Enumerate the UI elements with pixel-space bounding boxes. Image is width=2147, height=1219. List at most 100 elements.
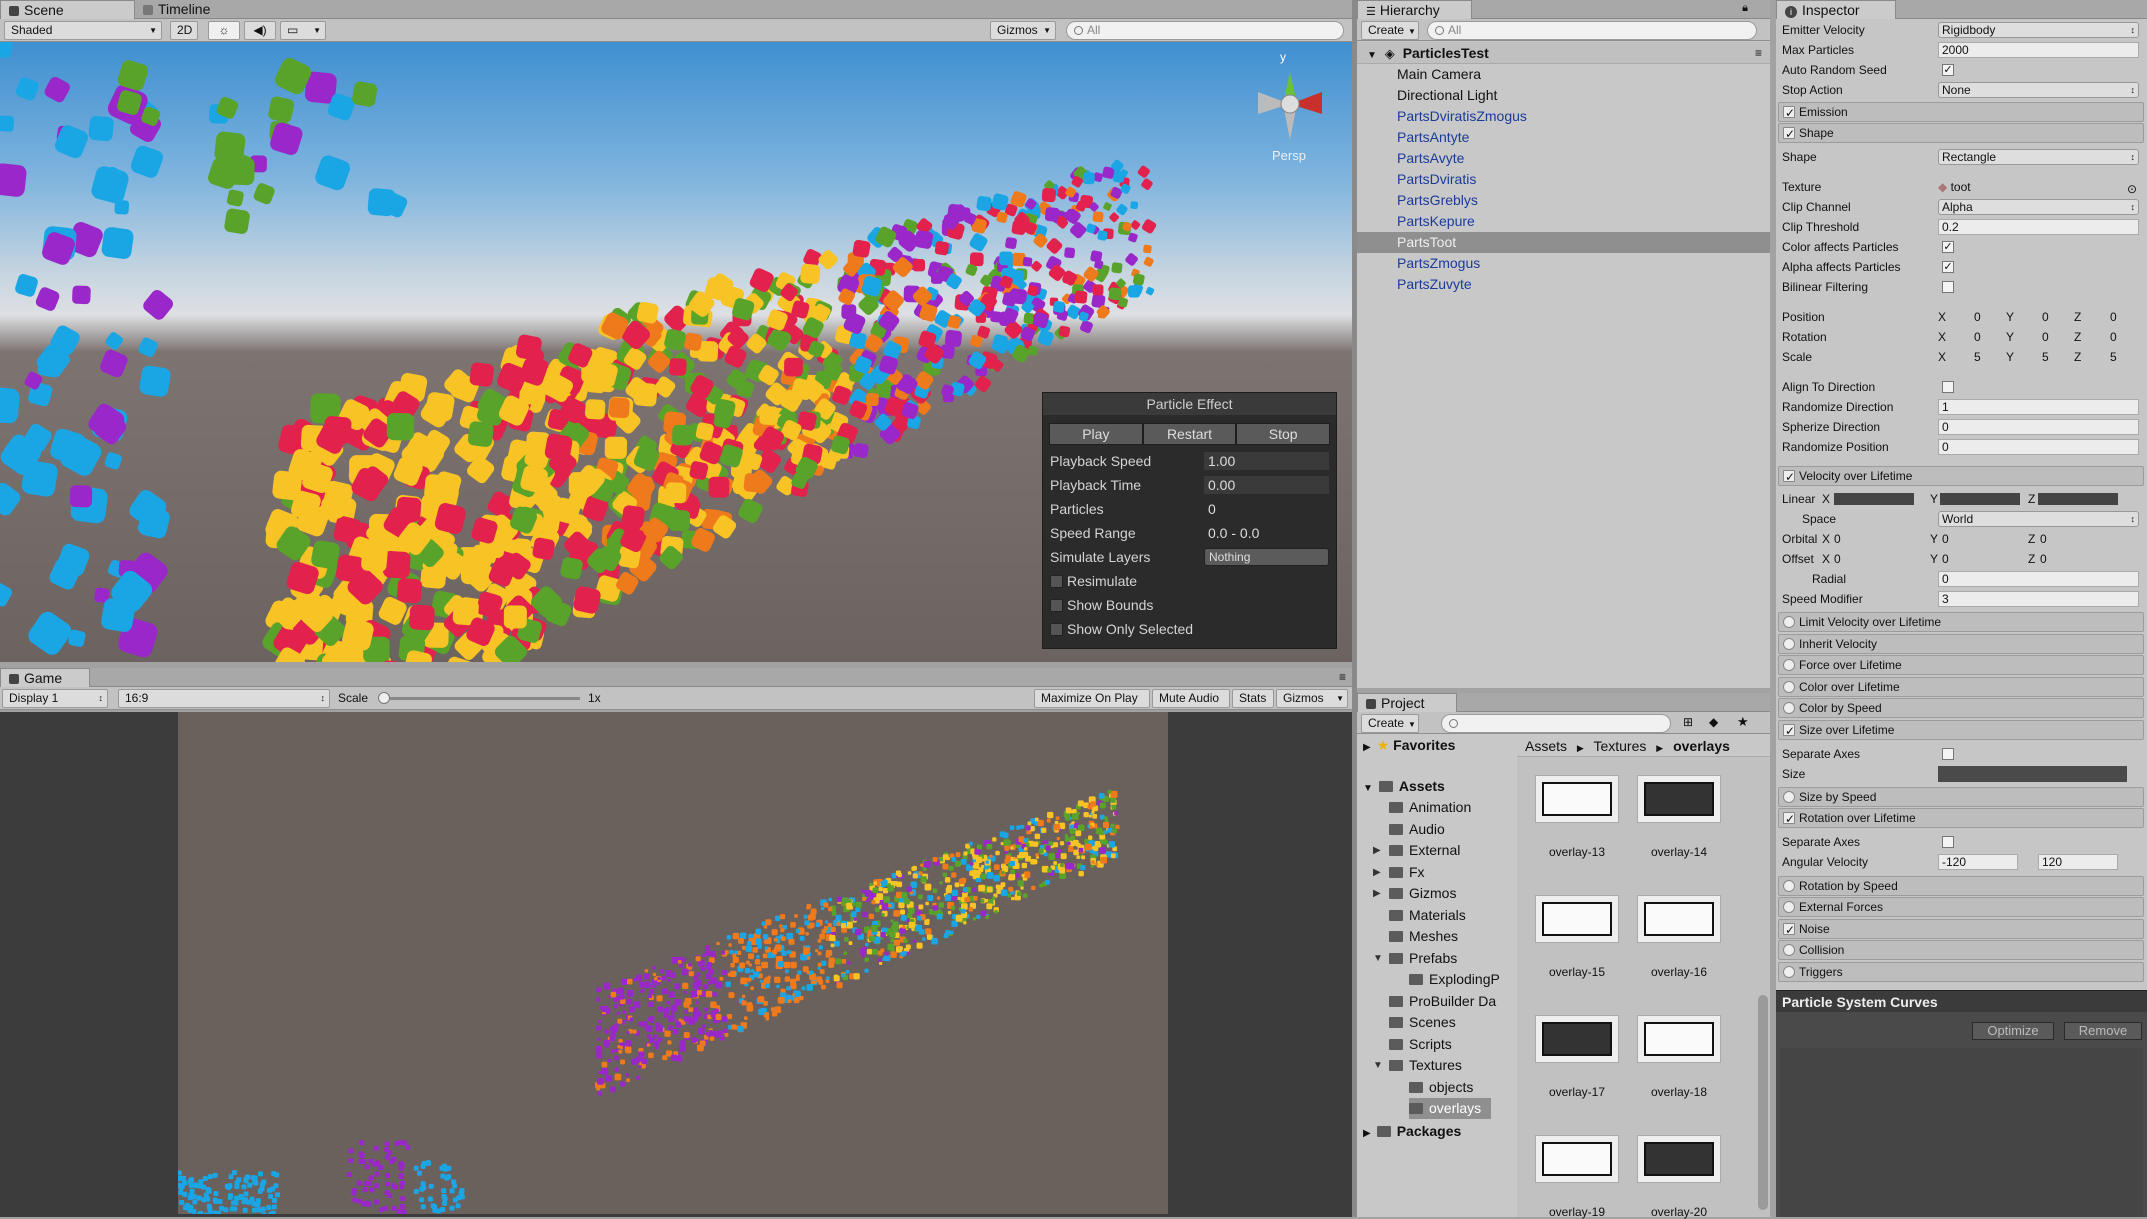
overlay-thumbnail[interactable] [1535, 1015, 1619, 1063]
orientation-gizmo[interactable]: y Persp [1238, 50, 1348, 163]
linear-y-curve[interactable] [1940, 493, 2020, 505]
auto-random-seed-checkbox[interactable]: ✓ [1942, 64, 1954, 76]
module-checkbox[interactable] [1783, 125, 1795, 144]
expand-arrow-icon[interactable]: ▼ [1373, 1055, 1383, 1076]
module-checkbox[interactable] [1783, 616, 1795, 628]
module-color-by-speed[interactable]: Color by Speed [1778, 698, 2144, 718]
tab-inspector[interactable]: i Inspector [1776, 0, 1896, 19]
hierarchy-item-main-camera[interactable]: Main Camera [1357, 64, 1770, 85]
module-checkbox[interactable] [1783, 944, 1795, 956]
orbital-x-field[interactable]: 0 [1834, 531, 1841, 547]
clip-channel-dropdown[interactable]: Alpha [1938, 199, 2139, 215]
tab-project[interactable]: Project [1357, 693, 1457, 712]
shape-dropdown[interactable]: Rectangle [1938, 149, 2139, 165]
module-rotation-by-speed[interactable]: Rotation by Speed [1778, 876, 2144, 896]
offset-y-field[interactable]: 0 [1942, 551, 1949, 567]
hierarchy-item[interactable]: PartsZuvyte [1357, 274, 1770, 295]
show-only-selected-checkbox[interactable] [1050, 623, 1063, 636]
optimize-button[interactable]: Optimize [1972, 1022, 2054, 1040]
show-bounds-checkbox[interactable] [1050, 599, 1063, 612]
show-only-selected-toggle[interactable]: Show Only Selected [1050, 619, 1329, 639]
project-scrollbar[interactable] [1758, 995, 1768, 1210]
mute-audio-toggle[interactable]: Mute Audio [1152, 689, 1230, 708]
align-direction-checkbox[interactable] [1942, 381, 1954, 393]
rotation-separate-axes-checkbox[interactable] [1942, 836, 1954, 848]
max-particles-field[interactable]: 2000 [1938, 42, 2139, 58]
position-z-field[interactable]: 0 [2110, 309, 2117, 325]
scene-gizmos-dropdown[interactable]: Gizmos ▼ [990, 21, 1056, 40]
spherize-direction-field[interactable]: 0 [1938, 419, 2139, 435]
module-limit-velocity[interactable]: Limit Velocity over Lifetime [1778, 612, 2144, 632]
texture-field[interactable]: ◆ toot [1938, 179, 1971, 195]
module-size-over-lifetime[interactable]: Size over Lifetime [1778, 720, 2144, 741]
rotation-x-field[interactable]: 0 [1974, 329, 1981, 345]
module-size-by-speed[interactable]: Size by Speed [1778, 787, 2144, 807]
remove-button[interactable]: Remove [2064, 1022, 2142, 1040]
favorite-star-icon[interactable]: ★ [1737, 714, 1749, 730]
hierarchy-create-button[interactable]: Create ▼ [1361, 21, 1419, 40]
emitter-velocity-dropdown[interactable]: Rigidbody [1938, 22, 2139, 38]
overlay-thumbnail[interactable] [1637, 1015, 1721, 1063]
space-dropdown[interactable]: World [1938, 511, 2139, 527]
radial-field[interactable]: 0 [1938, 571, 2139, 587]
stop-button[interactable]: Stop [1236, 423, 1331, 445]
project-folder[interactable]: Scenes [1389, 1012, 1456, 1033]
project-folder[interactable]: objects [1409, 1077, 1473, 1098]
lighting-toggle[interactable]: ☼ [208, 21, 240, 40]
maximize-on-play-toggle[interactable]: Maximize On Play [1034, 689, 1150, 708]
panel-menu-icon[interactable]: ≡ [1339, 670, 1346, 684]
hierarchy-item[interactable]: PartsKepure [1357, 211, 1770, 232]
2d-toggle[interactable]: 2D [170, 21, 198, 40]
playback-speed-field[interactable]: 1.00 [1204, 452, 1329, 470]
breadcrumb-overlays[interactable]: overlays [1673, 738, 1730, 754]
filter-label-icon[interactable]: ◆ [1709, 715, 1718, 729]
lock-icon[interactable]: 🔒︎ [1742, 2, 1748, 15]
module-collision[interactable]: Collision [1778, 940, 2144, 960]
module-checkbox[interactable] [1783, 901, 1795, 913]
module-force[interactable]: Force over Lifetime [1778, 655, 2144, 675]
project-folder[interactable]: ▼ Textures [1373, 1055, 1462, 1076]
module-emission[interactable]: Emission [1778, 102, 2144, 123]
module-checkbox[interactable] [1783, 810, 1795, 829]
project-folder[interactable]: ▼ Prefabs [1373, 948, 1457, 969]
module-checkbox[interactable] [1783, 722, 1795, 741]
filter-type-icon[interactable]: ⊞ [1683, 715, 1693, 729]
breadcrumb-assets[interactable]: Assets [1525, 738, 1567, 754]
module-checkbox[interactable] [1783, 702, 1795, 714]
hierarchy-item-selected[interactable]: PartsToot [1357, 232, 1770, 253]
overlay-thumbnail[interactable] [1637, 895, 1721, 943]
aspect-dropdown[interactable]: 16:9 ↕ [118, 689, 330, 708]
module-checkbox[interactable] [1783, 638, 1795, 650]
tab-game[interactable]: Game [0, 668, 90, 687]
tab-timeline[interactable]: Timeline [135, 0, 265, 19]
module-color-over-lifetime[interactable]: Color over Lifetime [1778, 677, 2144, 697]
overlay-thumbnail[interactable] [1637, 775, 1721, 823]
expand-arrow-icon[interactable]: ▶ [1373, 862, 1381, 883]
scale-y-field[interactable]: 5 [2042, 349, 2049, 365]
project-folder[interactable]: Scripts [1389, 1034, 1452, 1055]
module-checkbox[interactable] [1783, 104, 1795, 123]
playback-time-field[interactable]: 0.00 [1204, 476, 1329, 494]
expand-arrow-icon[interactable]: ▼ [1367, 50, 1377, 61]
module-checkbox[interactable] [1783, 659, 1795, 671]
module-checkbox[interactable] [1783, 966, 1795, 978]
scene-menu-icon[interactable]: ≡ [1755, 42, 1762, 64]
hierarchy-item[interactable]: PartsDviratis [1357, 169, 1770, 190]
hierarchy-item[interactable]: PartsDviratisZmogus [1357, 106, 1770, 127]
hierarchy-item[interactable]: PartsAvyte [1357, 148, 1770, 169]
project-folder[interactable]: ExplodingP [1409, 969, 1500, 990]
hierarchy-item[interactable]: PartsAntyte [1357, 127, 1770, 148]
project-folder[interactable]: Materials [1389, 905, 1466, 926]
expand-arrow-icon[interactable]: ▼ [1373, 948, 1383, 969]
color-affects-checkbox[interactable]: ✓ [1942, 241, 1954, 253]
alpha-affects-checkbox[interactable]: ✓ [1942, 261, 1954, 273]
orbital-y-field[interactable]: 0 [1942, 531, 1949, 547]
offset-z-field[interactable]: 0 [2040, 551, 2047, 567]
expand-arrow-icon[interactable]: ▶ [1373, 883, 1381, 904]
hierarchy-scene-header[interactable]: ▼ ◈ ParticlesTest ≡ [1357, 42, 1770, 64]
angular-max-field[interactable]: 120 [2038, 854, 2118, 870]
module-shape[interactable]: Shape [1778, 123, 2144, 144]
module-checkbox[interactable] [1783, 468, 1795, 487]
overlay-thumbnail[interactable] [1637, 1135, 1721, 1183]
module-velocity-over-lifetime[interactable]: Velocity over Lifetime [1778, 466, 2144, 487]
